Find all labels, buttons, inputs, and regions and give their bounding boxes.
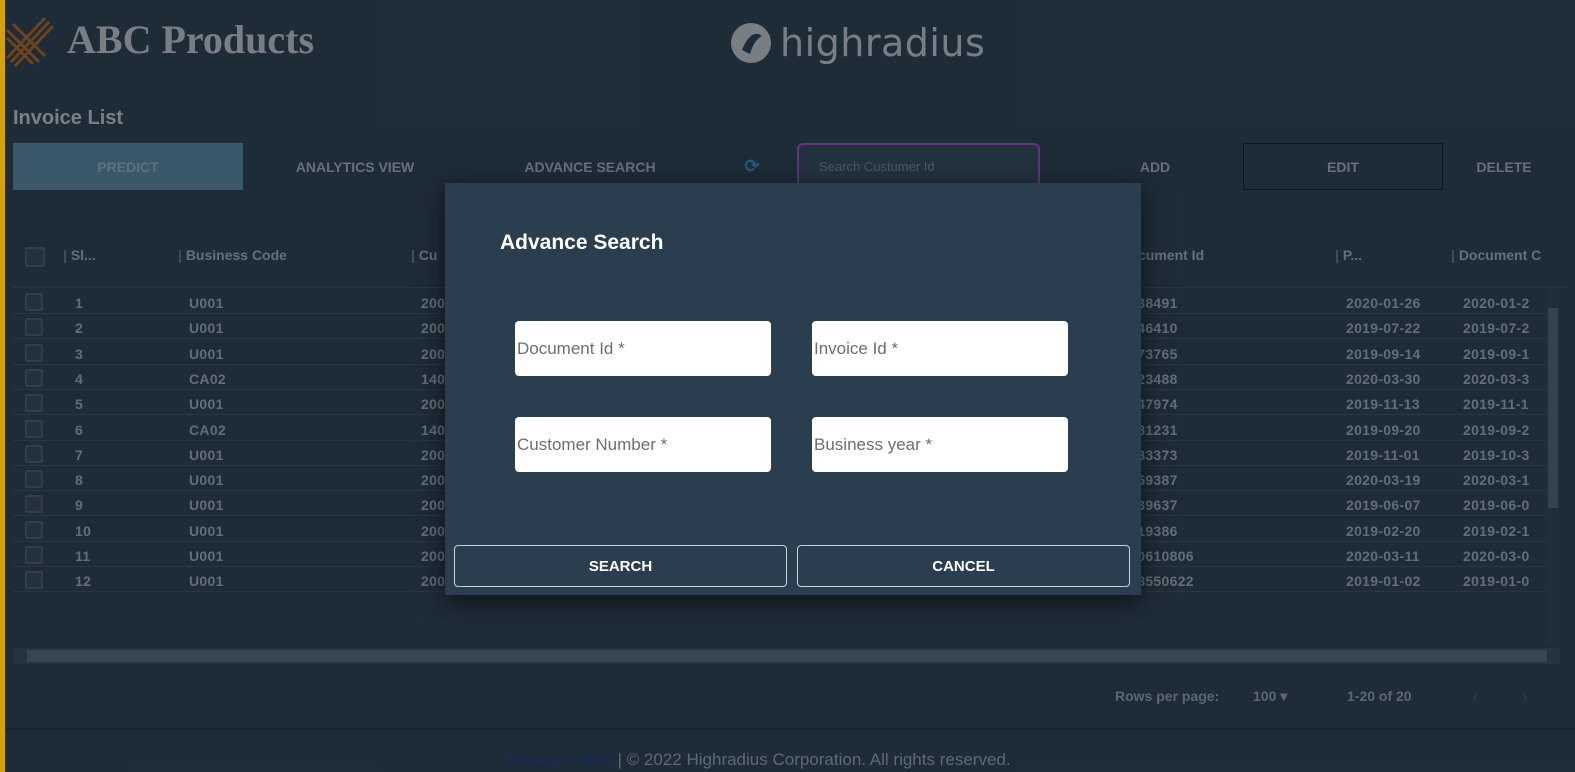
- invoice-id-field[interactable]: Invoice Id *: [812, 321, 1068, 376]
- cancel-button[interactable]: CANCEL: [797, 545, 1130, 587]
- document-id-field[interactable]: Document Id *: [515, 321, 771, 376]
- customer-number-field[interactable]: Customer Number *: [515, 417, 771, 472]
- dialog-title: Advance Search: [500, 231, 664, 254]
- search-button[interactable]: SEARCH: [454, 545, 787, 587]
- advance-search-dialog: Advance Search Document Id * Invoice Id …: [445, 183, 1141, 595]
- business-year-field[interactable]: Business year *: [812, 417, 1068, 472]
- app-root: ABC Products highradius Invoice List PRE…: [5, 0, 1575, 772]
